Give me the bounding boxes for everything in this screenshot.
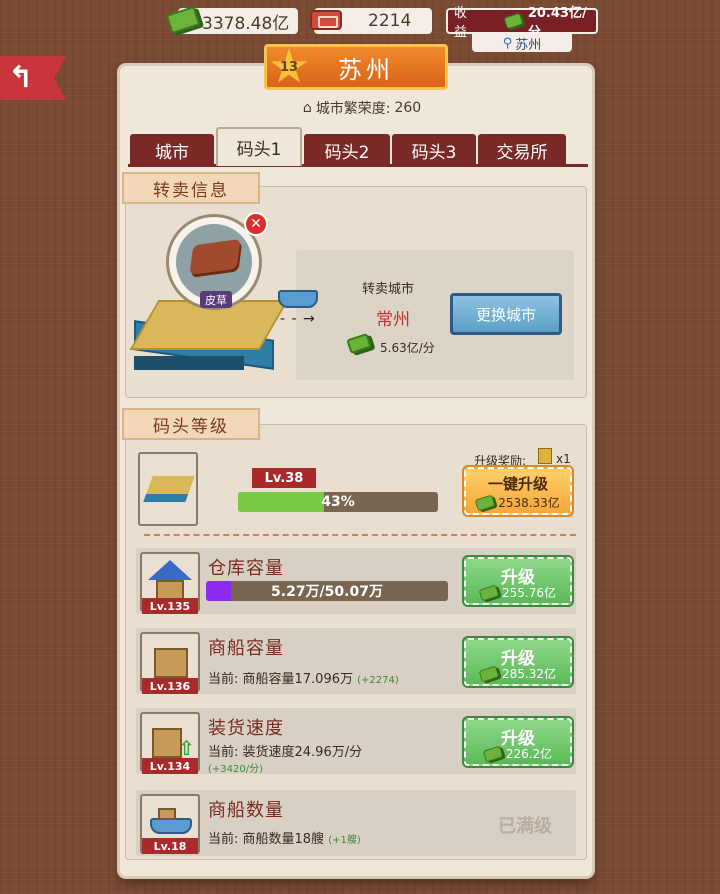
upgrade-ship-capacity-button[interactable]: 升级 285.32亿 [462,636,574,688]
location-pin-icon: ⚲ [502,35,513,51]
upgrade-loading-speed-button[interactable]: 升级 226.2亿 [462,716,574,768]
resell-city-name: 常州 [376,310,410,330]
upgrade-loading-speed-cost-value: 226.2亿 [505,747,553,761]
upgrade-warehouse-button[interactable]: 升级 255.76亿 [462,555,574,607]
arrow-right-icon: - - → [280,311,316,327]
dock-progress-text: 43% [321,494,355,510]
change-city-button[interactable]: 更换城市 [450,293,562,335]
warehouse-level-badge: Lv.135 [142,598,198,614]
home-icon: ⌂ [302,100,312,116]
dock-progress-bar: 43% [238,492,438,512]
prosperity-value: 260 [394,100,422,116]
upgrade-loading-speed-cost: 226.2亿 [466,745,570,762]
prosperity-label: 城市繁荣度: [315,101,391,117]
close-icon[interactable]: ✕ [244,212,268,236]
gold-counter: 3378.48亿 [165,5,298,35]
max-level-label: 已满级 [498,816,552,837]
goods-name: 皮草 [200,291,232,308]
ship-capacity-increment: (+2274) [357,675,399,686]
tab-city[interactable]: 城市 [130,134,214,166]
warehouse-capacity-text: 5.27万/50.07万 [271,584,383,600]
income-box: 收益 20.43亿/分 [446,6,598,40]
money-icon [478,584,500,601]
loading-speed-title: 装货速度 [208,718,284,739]
money-icon [474,494,496,511]
loading-speed-increment: (+3420/分) [208,764,263,775]
one-click-upgrade-cost: 2538.33亿 [466,494,570,511]
ship-count-increment: (+1艘) [328,835,361,846]
dock-level-section-title: 码头等级 [122,408,260,440]
ship-count-current: 当前: 商船数量18艘 (+1艘) [208,828,361,847]
tab-exchange[interactable]: 交易所 [478,134,566,166]
tab-dock-3[interactable]: 码头3 [392,134,476,166]
city-name: 苏州 [338,55,394,84]
loading-speed-level-badge: Lv.134 [142,758,198,774]
dock-illustration [129,300,289,380]
money-icon [165,5,201,35]
ship-count-title: 商船数量 [208,800,284,821]
ship-capacity-current: 当前: 商船容量17.096万 (+2274) [208,668,399,687]
ship-count-level-badge: Lv.18 [142,838,198,854]
dock-level-badge: Lv.38 [252,468,316,488]
resell-city-label: 转卖城市 [362,282,415,297]
gold-value: 3378.48亿 [202,13,290,34]
one-click-upgrade-button[interactable]: 一键升级 2538.33亿 [462,465,574,517]
arrow-up-icon: ⇧ [178,736,195,760]
back-button[interactable]: ↰ [0,56,66,100]
money-icon [503,12,524,30]
ship-capacity-level-badge: Lv.136 [142,678,198,694]
boat-cargo [158,808,176,820]
warehouse-crate [156,580,184,600]
upgrade-reward-count: x1 [556,452,571,466]
boat-hull [150,818,192,834]
reward-chest-icon [538,448,552,464]
goods-bubble-inner [176,224,252,300]
tab-dock-1[interactable]: 码头1 [216,127,302,166]
leather-icon [189,238,241,276]
upgrade-warehouse-cost-value: 255.76亿 [502,586,556,600]
location-name: 苏州 [515,37,542,53]
money-icon [478,665,500,682]
warehouse-roof [148,560,192,580]
location-label[interactable]: ⚲ 苏州 [472,34,572,53]
city-prosperity: ⌂ 城市繁荣度: 260 [282,98,442,118]
dock-thumbnail-image [143,476,195,502]
ship-ticket-icon [310,10,342,30]
upgrade-ship-capacity-cost-value: 285.32亿 [502,667,556,681]
warehouse-capacity-bar: 5.27万/50.07万 [206,581,448,601]
ship-count: 2214 [368,11,412,31]
tab-dock-2[interactable]: 码头2 [304,134,390,166]
ship-counter: 2214 [310,8,432,34]
one-click-upgrade-cost-value: 2538.33亿 [498,496,560,510]
dock-side [134,356,244,370]
resell-section-title: 转卖信息 [122,172,260,204]
back-arrow-icon: ↰ [8,60,34,95]
upgrade-warehouse-cost: 255.76亿 [466,584,570,601]
warehouse-title: 仓库容量 [208,558,284,579]
ship-capacity-title: 商船容量 [208,638,284,659]
ship-capacity-current-text: 当前: 商船容量17.096万 [208,672,353,687]
cargo-box [154,648,188,678]
upgrade-ship-capacity-cost: 285.32亿 [466,665,570,682]
divider [144,534,576,536]
dock-thumbnail [138,452,198,526]
money-icon [482,745,504,762]
resell-rate: 5.63亿/分 [380,341,435,355]
city-level: 13 [279,59,299,75]
one-click-upgrade-label: 一键升级 [487,475,548,493]
ship-count-current-text: 当前: 商船数量18艘 [208,832,325,847]
cargo-ship-icon [278,290,318,308]
loading-speed-current: 当前: 装货速度24.96万/分 [208,745,363,760]
